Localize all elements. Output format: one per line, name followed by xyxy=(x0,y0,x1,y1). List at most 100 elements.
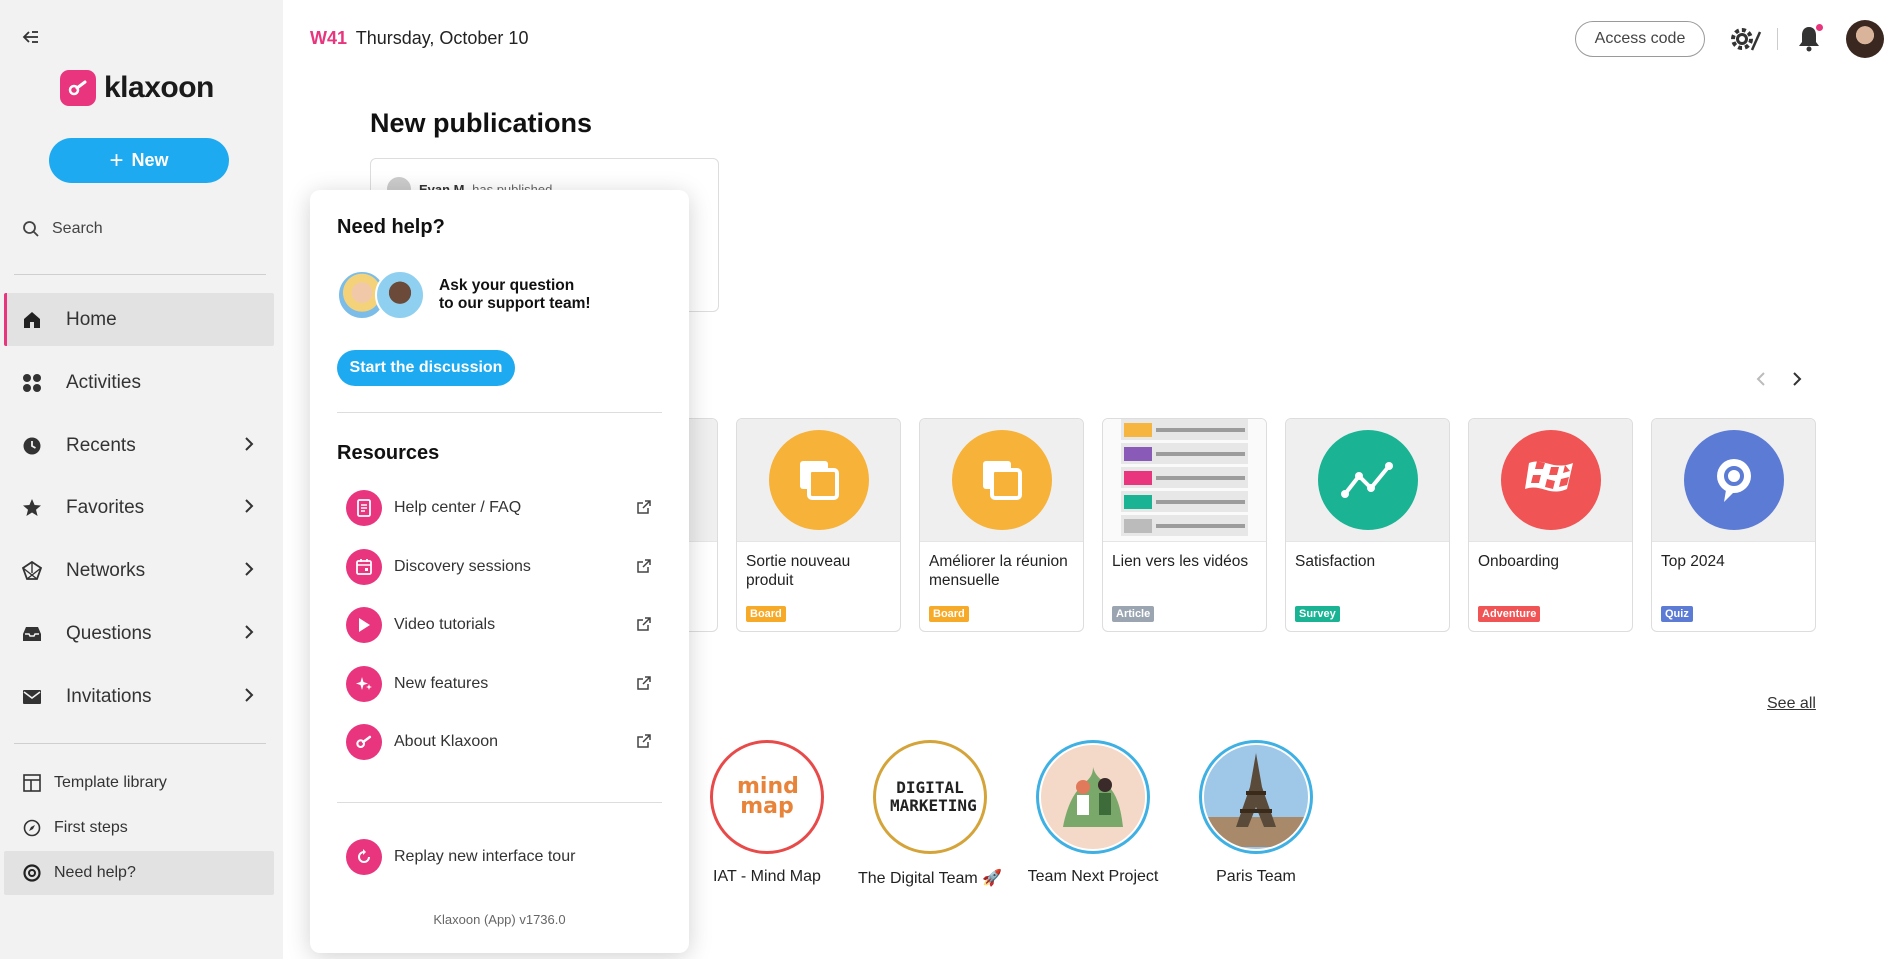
access-code-button[interactable]: Access code xyxy=(1575,21,1705,57)
team-name: Team Next Project xyxy=(1027,868,1159,885)
flag-icon xyxy=(1500,430,1601,530)
help-divider xyxy=(337,412,662,413)
team-item[interactable]: mind map IAT - Mind Map xyxy=(692,740,842,886)
home-icon xyxy=(20,308,44,332)
team-avatar xyxy=(1199,740,1313,854)
team-name: Paris Team xyxy=(1216,868,1296,885)
sidebar-item-label: Invitations xyxy=(66,685,152,707)
sidebar-item-template-library[interactable]: Template library xyxy=(4,761,274,805)
team-item[interactable]: Team Next Project xyxy=(1018,740,1168,886)
sidebar-item-invitations[interactable]: Invitations xyxy=(4,670,274,723)
chevron-right-icon xyxy=(245,562,254,576)
chevron-left-icon[interactable] xyxy=(1756,372,1766,391)
survey-icon xyxy=(1317,430,1418,530)
sidebar-item-favorites[interactable]: Favorites xyxy=(4,481,274,534)
resource-discovery-sessions[interactable]: Discovery sessions xyxy=(346,547,651,587)
resources-title: Resources xyxy=(337,442,440,464)
search-icon xyxy=(23,221,39,237)
user-avatar[interactable] xyxy=(1846,20,1884,58)
help-divider xyxy=(337,802,662,803)
sidebar-item-label: Favorites xyxy=(66,496,145,518)
activity-title: Onboarding xyxy=(1478,553,1560,570)
external-link-icon xyxy=(637,500,651,514)
activity-title: Satisfaction xyxy=(1295,553,1376,570)
grid-icon xyxy=(20,371,44,395)
new-button[interactable]: + New xyxy=(49,138,229,183)
search-label: Search xyxy=(52,220,103,237)
sidebar-item-first-steps[interactable]: First steps xyxy=(4,806,274,850)
document-icon xyxy=(346,490,382,526)
activity-title: Lien vers les vidéos xyxy=(1112,553,1249,570)
team-logo-text: mind map xyxy=(737,774,799,819)
header-separator xyxy=(1777,28,1778,50)
sidebar-item-networks[interactable]: Networks xyxy=(4,544,274,597)
replay-icon xyxy=(346,839,382,875)
chevron-right-icon xyxy=(245,688,254,702)
board-icon xyxy=(951,430,1052,530)
new-button-label: New xyxy=(131,150,169,170)
team-avatar: mind map xyxy=(710,740,824,854)
support-avatars xyxy=(337,270,427,320)
activity-type-badge: Quiz xyxy=(1661,606,1693,622)
new-publications-title: New publications xyxy=(370,108,593,138)
team-logo-text: DIGITAL MARKETING xyxy=(890,778,977,815)
activity-title: Top 2024 xyxy=(1661,553,1725,570)
activity-card[interactable]: Satisfaction Survey xyxy=(1285,418,1450,632)
support-section: Ask your question to our support team! xyxy=(337,270,591,320)
resource-new-features[interactable]: New features xyxy=(346,664,651,704)
resource-label: Video tutorials xyxy=(394,616,496,633)
video-list-thumbnail xyxy=(1103,419,1266,541)
sidebar-divider xyxy=(14,274,266,275)
external-link-icon xyxy=(637,617,651,631)
activity-card[interactable]: Sortie nouveau produit Board xyxy=(736,418,901,632)
resource-about-klaxoon[interactable]: About Klaxoon xyxy=(346,722,651,762)
sidebar-divider xyxy=(14,743,266,744)
activity-card[interactable]: Top 2024 Quiz xyxy=(1651,418,1816,632)
inbox-icon xyxy=(20,622,44,646)
sidebar: klaxoon + New Search Home Activities Rec… xyxy=(0,0,283,959)
help-popover: Need help? Ask your question to our supp… xyxy=(310,190,689,953)
chevron-right-icon[interactable] xyxy=(1792,372,1802,391)
settings-icon[interactable] xyxy=(1728,24,1762,59)
team-name: IAT - Mind Map xyxy=(713,868,821,885)
search-button[interactable]: Search xyxy=(22,220,103,238)
team-item[interactable]: DIGITAL MARKETING The Digital Team 🚀 xyxy=(855,740,1005,888)
activity-card[interactable]: Améliorer la réunion mensuelle Board xyxy=(919,418,1084,632)
sidebar-item-label: Activities xyxy=(66,371,141,393)
sidebar-item-questions[interactable]: Questions xyxy=(4,607,274,660)
team-name: The Digital Team 🚀 xyxy=(857,870,1003,887)
external-link-icon xyxy=(637,559,651,573)
app-version: Klaxoon (App) v1736.0 xyxy=(433,912,566,927)
sidebar-item-label: Networks xyxy=(66,559,146,581)
start-discussion-button[interactable]: Start the discussion xyxy=(337,350,515,386)
activity-type-badge: Survey xyxy=(1295,606,1340,622)
help-icon xyxy=(22,863,42,883)
team-avatar: DIGITAL MARKETING xyxy=(873,740,987,854)
plus-icon: + xyxy=(109,146,124,174)
klaxoon-logo-icon xyxy=(60,70,96,106)
activity-card[interactable]: Lien vers les vidéos Article xyxy=(1102,418,1267,632)
sidebar-item-label: Need help? xyxy=(54,864,136,881)
star-icon xyxy=(20,496,44,520)
sidebar-item-recents[interactable]: Recents xyxy=(4,419,274,472)
resource-help-center[interactable]: Help center / FAQ xyxy=(346,488,651,528)
activity-title: Améliorer la réunion mensuelle xyxy=(929,553,1068,589)
chevron-right-icon xyxy=(245,437,254,451)
resource-video-tutorials[interactable]: Video tutorials xyxy=(346,605,651,645)
sidebar-item-need-help[interactable]: Need help? xyxy=(4,851,274,895)
activity-card[interactable]: Onboarding Adventure xyxy=(1468,418,1633,632)
see-all-link[interactable]: See all xyxy=(1767,695,1816,713)
date-text: Thursday, October 10 xyxy=(355,28,529,48)
activity-title: Sortie nouveau produit xyxy=(746,553,851,589)
klaxoon-logo[interactable]: klaxoon xyxy=(60,70,214,106)
collapse-sidebar-icon[interactable] xyxy=(22,30,42,46)
play-icon xyxy=(346,607,382,643)
sparkle-icon xyxy=(346,666,382,702)
replay-tour-button[interactable]: Replay new interface tour xyxy=(346,837,651,877)
resource-label: New features xyxy=(394,675,489,692)
sidebar-item-home[interactable]: Home xyxy=(4,293,274,346)
carousel-arrows xyxy=(1756,372,1802,391)
team-item[interactable]: Paris Team xyxy=(1181,740,1331,886)
sidebar-item-activities[interactable]: Activities xyxy=(4,356,274,409)
sidebar-item-label: Questions xyxy=(66,622,152,644)
